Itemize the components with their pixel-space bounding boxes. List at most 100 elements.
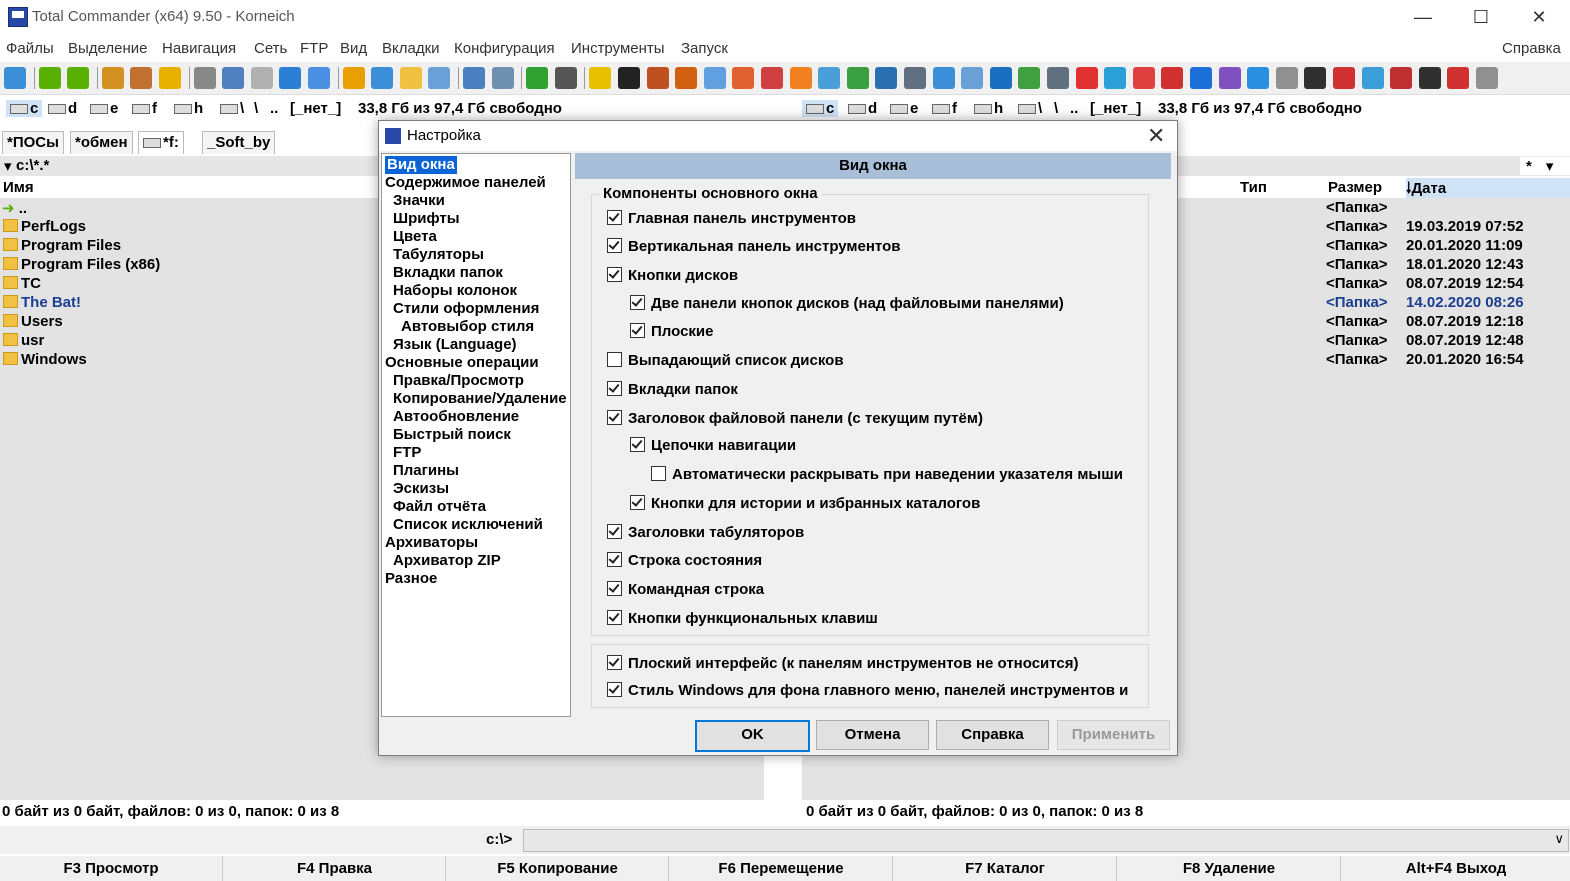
toolbar-button-icon[interactable] xyxy=(1476,67,1498,89)
file-row[interactable]: Program Files xyxy=(3,237,121,256)
checkbox-icon[interactable] xyxy=(607,524,622,539)
tree-item[interactable]: Плагины xyxy=(393,462,459,480)
up-button[interactable]: .. xyxy=(1070,100,1078,117)
f7-mkdir-button[interactable]: F7 Каталог xyxy=(892,856,1117,881)
tree-item[interactable]: Автовыбор стиля xyxy=(401,318,534,336)
option-checkbox[interactable]: Вкладки папок xyxy=(607,380,738,400)
drive-h-button[interactable]: h xyxy=(174,100,203,117)
menu-ftp[interactable]: FTP xyxy=(300,40,328,57)
option-checkbox[interactable]: Заголовки табуляторов xyxy=(607,523,804,543)
drive-c-button[interactable]: c xyxy=(802,100,839,117)
toolbar-button-icon[interactable] xyxy=(491,67,514,89)
f4-edit-button[interactable]: F4 Правка xyxy=(222,856,446,881)
toolbar-button-icon[interactable] xyxy=(1047,67,1069,89)
checkbox-icon[interactable] xyxy=(607,552,622,567)
tree-item[interactable]: Быстрый поиск xyxy=(393,426,511,444)
toolbar-button-icon[interactable] xyxy=(101,67,124,89)
tree-item[interactable]: FTP xyxy=(393,444,421,462)
tree-item[interactable]: Файл отчёта xyxy=(393,498,486,516)
toolbar-button-icon[interactable] xyxy=(1132,67,1155,89)
tree-item[interactable]: Правка/Просмотр xyxy=(393,372,524,390)
option-checkbox[interactable]: Две панели кнопок дисков (над файловыми … xyxy=(630,294,1064,314)
toolbar-button-icon[interactable] xyxy=(279,67,302,89)
toolbar-button-icon[interactable] xyxy=(589,67,612,89)
toolbar-button-icon[interactable] xyxy=(1304,67,1327,89)
file-row-details[interactable]: <Папка> 18.01.2020 12:43 xyxy=(1326,256,1524,275)
toolbar-button-icon[interactable] xyxy=(1275,67,1298,89)
file-row-details[interactable]: <Папка> xyxy=(1326,199,1388,218)
close-icon[interactable]: ✕ xyxy=(1147,123,1165,149)
file-row-up[interactable]: ➜ .. xyxy=(2,199,27,218)
toolbar-button-icon[interactable] xyxy=(789,67,812,89)
root-button[interactable]: \ xyxy=(220,100,244,117)
toolbar-button-icon[interactable] xyxy=(4,67,26,89)
altf4-exit-button[interactable]: Alt+F4 Выход xyxy=(1340,856,1570,881)
tree-item[interactable]: Основные операции xyxy=(385,354,539,372)
drive-f-button[interactable]: f xyxy=(932,100,957,117)
option-checkbox[interactable]: Плоские xyxy=(630,322,714,342)
tree-item[interactable]: Копирование/Удаление xyxy=(393,390,567,408)
file-row[interactable]: PerfLogs xyxy=(3,218,86,237)
tree-item[interactable]: Вид окна xyxy=(385,156,457,174)
file-row[interactable]: Program Files (x86) xyxy=(3,256,160,275)
toolbar-button-icon[interactable] xyxy=(989,67,1012,89)
toolbar-button-icon[interactable] xyxy=(904,67,926,89)
toolbar-button-icon[interactable] xyxy=(1333,67,1355,89)
settings-tree[interactable]: Вид окна Содержимое панелей Значки Шрифты Цв… xyxy=(381,153,571,717)
style-checkbox[interactable]: Стиль Windows для фона главного меню, па… xyxy=(607,681,1128,701)
style-checkbox[interactable]: Плоский интерфейс (к панелям инструменто… xyxy=(607,654,1079,674)
file-row[interactable]: Users xyxy=(3,313,63,332)
toolbar-button-icon[interactable] xyxy=(1361,67,1384,89)
ok-button[interactable]: OK xyxy=(695,720,810,752)
option-checkbox[interactable]: Выпадающий список дисков xyxy=(607,351,844,371)
toolbar-button-icon[interactable] xyxy=(732,67,755,89)
toolbar-button-icon[interactable] xyxy=(961,67,984,89)
tree-item[interactable]: Цвета xyxy=(393,228,437,246)
option-checkbox[interactable]: Кнопки функциональных клавиш xyxy=(607,609,878,629)
apply-button[interactable]: Применить xyxy=(1057,720,1170,750)
file-row-details[interactable]: <Папка> 14.02.2020 08:26 xyxy=(1326,294,1524,313)
toolbar-button-icon[interactable] xyxy=(1390,67,1413,89)
toolbar-button-icon[interactable] xyxy=(818,67,841,89)
file-row-details[interactable]: <Папка> 08.07.2019 12:54 xyxy=(1326,275,1524,294)
checkbox-icon[interactable] xyxy=(630,495,645,510)
f3-view-button[interactable]: F3 Просмотр xyxy=(0,856,222,881)
left-path-bar[interactable]: ▾ c:\*.* xyxy=(0,156,380,176)
maximize-button[interactable]: ☐ xyxy=(1452,0,1510,36)
toolbar-button-icon[interactable] xyxy=(1447,67,1470,89)
f5-copy-button[interactable]: F5 Копирование xyxy=(445,856,669,881)
menu-view[interactable]: Вид xyxy=(340,40,367,57)
tree-item[interactable]: Шрифты xyxy=(393,210,460,228)
tree-item[interactable]: Язык (Language) xyxy=(393,336,517,354)
menu-network[interactable]: Сеть xyxy=(254,40,287,57)
root-button[interactable]: \ xyxy=(1018,100,1042,117)
toolbar-button-icon[interactable] xyxy=(618,67,640,89)
toolbar-button-icon[interactable] xyxy=(1247,67,1270,89)
close-button[interactable]: ✕ xyxy=(1510,0,1568,36)
f8-delete-button[interactable]: F8 Удаление xyxy=(1116,856,1341,881)
tree-item[interactable]: Вкладки папок xyxy=(393,264,503,282)
file-row[interactable]: Windows xyxy=(3,351,87,370)
toolbar-button-icon[interactable] xyxy=(675,67,698,89)
toolbar-button-icon[interactable] xyxy=(222,67,245,89)
help-button[interactable]: Справка xyxy=(936,720,1049,750)
option-checkbox[interactable]: Кнопки для истории и избранных каталогов xyxy=(630,494,980,514)
toolbar-button-icon[interactable] xyxy=(932,67,955,89)
toolbar-button-icon[interactable] xyxy=(130,67,153,89)
toolbar-button-icon[interactable] xyxy=(308,67,330,89)
file-row-details[interactable]: <Папка> 08.07.2019 12:18 xyxy=(1326,313,1524,332)
toolbar-button-icon[interactable] xyxy=(1218,67,1241,89)
tree-item[interactable]: Эскизы xyxy=(393,480,449,498)
tree-item[interactable]: Наборы колонок xyxy=(393,282,517,300)
menu-files[interactable]: Файлы xyxy=(6,40,54,57)
tab-soft-by[interactable]: _Soft_by xyxy=(202,131,276,154)
toolbar-button-icon[interactable] xyxy=(1418,67,1441,89)
toolbar-button-icon[interactable] xyxy=(846,67,869,89)
toolbar-button-icon[interactable] xyxy=(67,67,90,89)
filter-dropdown[interactable]: * ▾ xyxy=(1520,157,1570,175)
option-checkbox[interactable]: Командная строка xyxy=(607,580,764,600)
tab-f[interactable]: *f: xyxy=(138,131,184,154)
tab-obmen[interactable]: *обмен xyxy=(70,131,133,154)
command-input[interactable]: ∨ xyxy=(523,829,1569,852)
tree-item[interactable]: Стили оформления xyxy=(393,300,539,318)
